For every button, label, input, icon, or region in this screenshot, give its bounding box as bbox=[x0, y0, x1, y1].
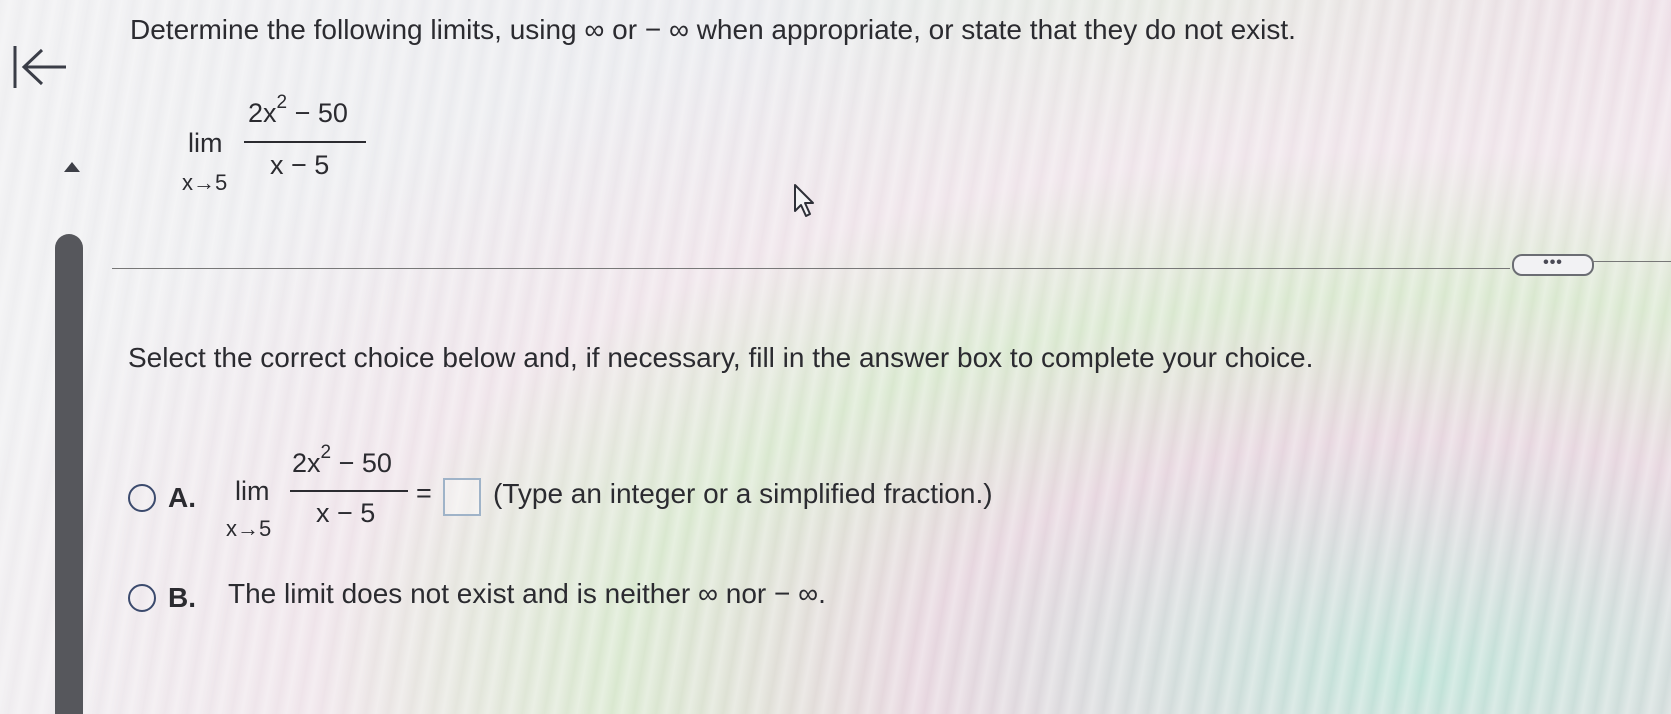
fraction-bar bbox=[290, 490, 408, 492]
choice-b-letter: B. bbox=[168, 582, 196, 613]
fraction-numerator: 2x2 − 50 bbox=[248, 92, 348, 128]
answer-hint: (Type an integer or a simplified fractio… bbox=[493, 478, 993, 509]
lim-label: lim bbox=[188, 128, 223, 158]
scrollbar-thumb[interactable] bbox=[55, 234, 83, 714]
fraction-denominator: x − 5 bbox=[270, 150, 330, 180]
choice-a-letter: A. bbox=[168, 482, 196, 513]
lim-subscript: x→5 bbox=[226, 516, 272, 541]
fraction-denominator: x − 5 bbox=[316, 498, 376, 528]
back-to-start-arrow-icon[interactable] bbox=[10, 42, 70, 92]
lim-label: lim bbox=[235, 476, 270, 506]
lim-subscript: x→5 bbox=[182, 170, 228, 195]
equals-sign: = bbox=[416, 478, 432, 508]
mouse-pointer-icon bbox=[794, 184, 814, 217]
more-options-button[interactable]: ••• bbox=[1512, 254, 1594, 276]
fraction-numerator: 2x2 − 50 bbox=[292, 442, 392, 478]
section-divider-right bbox=[1592, 261, 1671, 262]
choice-b-radio[interactable] bbox=[128, 584, 156, 612]
choice-a-radio[interactable] bbox=[128, 484, 156, 512]
choice-prompt: Select the correct choice below and, if … bbox=[128, 342, 1314, 373]
collapse-triangle-icon[interactable] bbox=[64, 162, 80, 172]
answer-input-box[interactable] bbox=[443, 478, 481, 516]
section-divider bbox=[112, 268, 1510, 269]
fraction-bar bbox=[244, 141, 366, 143]
choice-b-text: The limit does not exist and is neither … bbox=[228, 578, 826, 609]
question-instruction: Determine the following limits, using ∞ … bbox=[130, 14, 1296, 45]
